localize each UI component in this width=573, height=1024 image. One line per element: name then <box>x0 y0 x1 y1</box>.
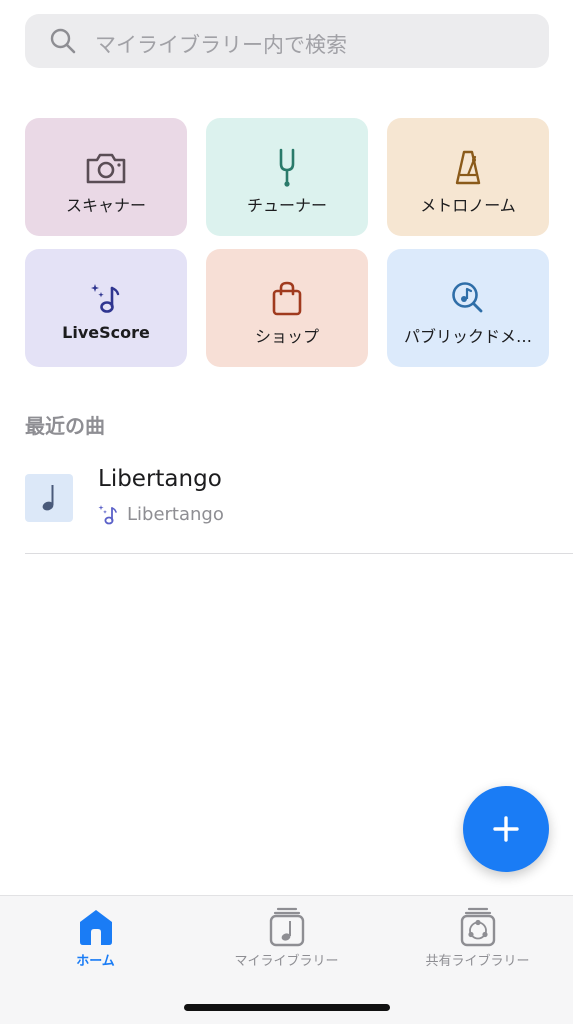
tuner-tile[interactable]: チューナー <box>206 118 368 236</box>
livescore-icon <box>98 505 117 525</box>
metronome-icon <box>446 148 490 188</box>
livescore-icon <box>84 279 128 319</box>
song-subtitle: Libertango <box>127 504 224 525</box>
song-title: Libertango <box>98 466 222 492</box>
quarter-note-icon <box>42 485 54 511</box>
livescore-label: LiveScore <box>62 323 150 342</box>
livescore-tile[interactable]: LiveScore <box>25 249 187 367</box>
scanner-label: スキャナー <box>65 196 146 215</box>
recent-section-title: 最近の曲 <box>25 414 105 438</box>
search-placeholder: マイライブラリー内で検索 <box>95 33 347 57</box>
search-bar[interactable]: マイライブラリー内で検索 <box>25 14 549 68</box>
tab-my-library-label: マイライブラリー <box>234 954 339 969</box>
public-domain-tile[interactable]: パブリックドメ… <box>387 249 549 367</box>
metronome-tile[interactable]: メトロノーム <box>387 118 549 236</box>
metronome-label: メトロノーム <box>420 196 516 215</box>
tab-shared-library[interactable]: 共有ライブラリー <box>382 906 573 976</box>
scanner-tile[interactable]: スキャナー <box>25 118 187 236</box>
music-search-icon <box>446 279 490 319</box>
tab-home-label: ホーム <box>76 954 115 969</box>
add-button[interactable] <box>463 786 549 872</box>
tab-home[interactable]: ホーム <box>0 906 191 976</box>
song-thumbnail <box>25 474 73 522</box>
recent-song-item[interactable]: Libertango Libertango <box>25 460 573 554</box>
library-icon <box>267 906 307 948</box>
tuner-label: チューナー <box>246 196 327 215</box>
camera-icon <box>84 148 128 188</box>
list-divider <box>25 553 573 554</box>
shared-library-icon <box>458 906 498 948</box>
tuning-fork-icon <box>265 148 309 188</box>
shopping-bag-icon <box>265 279 309 319</box>
shop-label: ショップ <box>254 327 319 346</box>
public-domain-label: パブリックドメ… <box>403 327 532 346</box>
home-icon <box>76 906 116 948</box>
plus-icon <box>493 816 519 842</box>
shop-tile[interactable]: ショップ <box>206 249 368 367</box>
tab-shared-library-label: 共有ライブラリー <box>425 954 530 969</box>
tab-my-library[interactable]: マイライブラリー <box>191 906 382 976</box>
search-icon <box>50 28 76 54</box>
home-indicator <box>184 1004 390 1011</box>
